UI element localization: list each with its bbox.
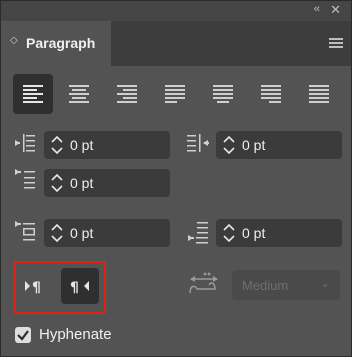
stepper-arrows-icon[interactable] [222, 133, 236, 157]
ltr-direction-button[interactable]: ¶ [19, 268, 57, 304]
rtl-paragraph-icon: ¶ [70, 280, 89, 296]
first-line-indent-field[interactable]: 0 pt [44, 169, 170, 197]
kashida-icon [189, 272, 218, 294]
kashida-dropdown[interactable]: Medium ⌄ [232, 270, 340, 300]
justify-last-right-icon [261, 85, 281, 103]
space-after-icon [188, 222, 208, 244]
svg-text:¶: ¶ [70, 280, 79, 296]
collapse-icon[interactable]: ‹‹ [314, 3, 320, 15]
space-after-field[interactable]: 0 pt [216, 219, 342, 247]
tab-row: ◇ Paragraph [1, 21, 351, 66]
left-indent-icon [15, 134, 35, 152]
justify-all-icon [309, 85, 329, 103]
space-before-value[interactable]: 0 pt [70, 225, 93, 241]
justify-last-right-button[interactable] [251, 74, 291, 114]
first-line-indent-value[interactable]: 0 pt [70, 175, 93, 191]
checkmark-icon [17, 330, 29, 341]
justify-last-left-button[interactable] [155, 74, 195, 114]
rtl-direction-button[interactable]: ¶ [61, 268, 99, 304]
align-left-button[interactable] [13, 74, 53, 114]
hyphenate-checkbox[interactable] [15, 327, 31, 343]
space-before-icon [15, 221, 35, 241]
panel-titlebar: ‹‹ ✕ [1, 1, 351, 21]
align-center-button[interactable] [59, 74, 99, 114]
stepper-arrows-icon[interactable] [50, 171, 64, 195]
ltr-paragraph-icon: ¶ [25, 280, 41, 296]
stepper-arrows-icon[interactable] [222, 221, 236, 245]
right-indent-icon [187, 134, 209, 152]
stepper-arrows-icon[interactable] [50, 133, 64, 157]
left-indent-value[interactable]: 0 pt [70, 137, 93, 153]
paragraph-panel: ‹‹ ✕ ◇ Paragraph 0 pt 0 pt 0 pt 0 pt 0 p… [0, 0, 352, 357]
align-right-button[interactable] [107, 74, 147, 114]
right-indent-field[interactable]: 0 pt [216, 131, 342, 159]
hyphenate-label[interactable]: Hyphenate [39, 326, 112, 343]
space-before-field[interactable]: 0 pt [44, 219, 170, 247]
justify-all-button[interactable] [299, 74, 339, 114]
space-after-value[interactable]: 0 pt [242, 225, 265, 241]
kashida-value: Medium [242, 278, 289, 293]
align-center-icon [69, 85, 89, 103]
left-indent-field[interactable]: 0 pt [44, 131, 170, 159]
align-left-icon [23, 85, 43, 103]
panel-menu-icon[interactable] [329, 38, 343, 50]
justify-last-left-icon [165, 85, 185, 103]
tab-label: Paragraph [26, 35, 96, 51]
chevron-down-icon: ⌄ [319, 276, 330, 290]
tab-toggle-icon[interactable]: ◇ [10, 35, 18, 46]
justify-last-center-button[interactable] [203, 74, 243, 114]
svg-text:¶: ¶ [32, 280, 41, 296]
justify-last-center-icon [213, 85, 233, 103]
stepper-arrows-icon[interactable] [50, 221, 64, 245]
first-line-indent-icon [15, 169, 35, 189]
tab-paragraph[interactable]: ◇ Paragraph [1, 21, 111, 66]
right-indent-value[interactable]: 0 pt [242, 137, 265, 153]
align-right-icon [117, 85, 137, 103]
close-icon[interactable]: ✕ [330, 2, 341, 18]
